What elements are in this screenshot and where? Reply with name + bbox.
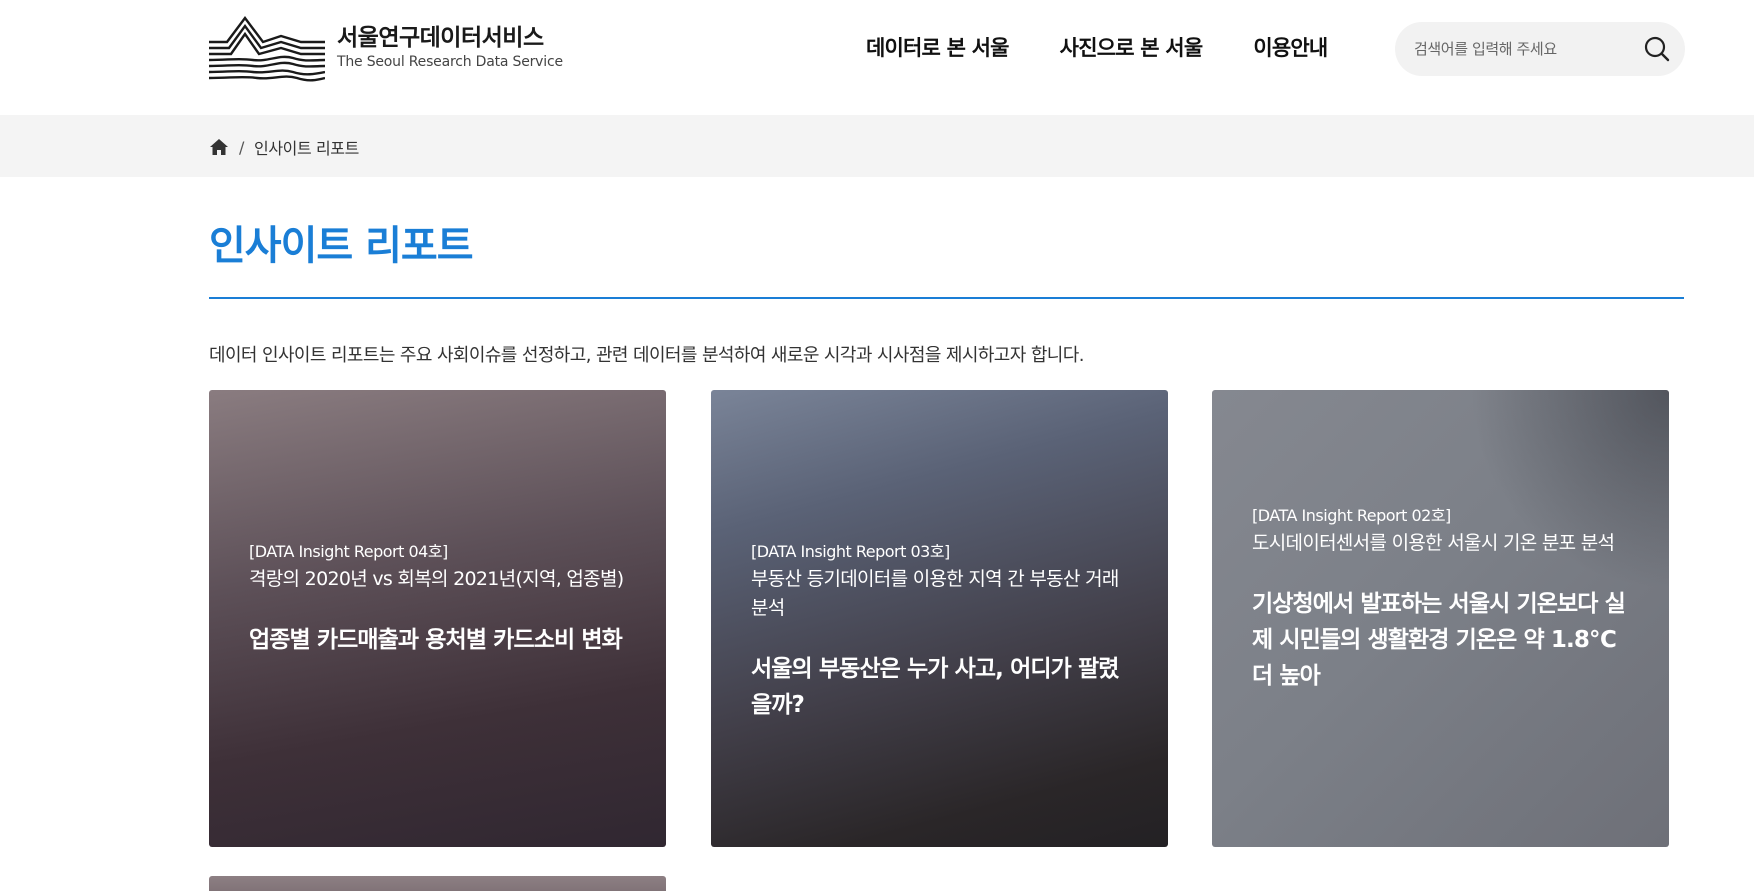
search-icon [1644, 36, 1670, 62]
report-card[interactable]: [DATA Insight Report 02호] 도시데이터센서를 이용한 서… [1212, 390, 1669, 847]
card-text: [DATA Insight Report 03호] 부동산 등기데이터를 이용한… [751, 539, 1134, 723]
page-title: 인사이트 리포트 [209, 223, 474, 269]
card-tag: [DATA Insight Report 02호] [1252, 506, 1451, 525]
report-card[interactable]: [DATA Insight Report 03호] 부동산 등기데이터를 이용한… [711, 390, 1168, 847]
card-headline: 업종별 카드매출과 용처별 카드소비 변화 [249, 627, 623, 653]
card-text: [DATA Insight Report 02호] 도시데이터센서를 이용한 서… [1252, 503, 1635, 694]
search-box [1395, 22, 1685, 76]
breadcrumb: / 인사이트 리포트 [209, 135, 359, 159]
nav-item-data-seoul[interactable]: 데이터로 본 서울 [866, 30, 1009, 66]
search-input[interactable] [1414, 22, 1634, 76]
logo-text: 서울연구데이터서비스 The Seoul Research Data Servi… [337, 23, 563, 71]
title-divider [209, 297, 1684, 299]
site-header: 서울연구데이터서비스 The Seoul Research Data Servi… [0, 0, 1754, 115]
brand-subtitle: The Seoul Research Data Service [337, 54, 563, 70]
card-description: 격랑의 2020년 vs 회복의 2021년(지역, 업종별) [249, 568, 624, 590]
breadcrumb-separator: / [239, 137, 244, 157]
logo-wave-icon [209, 16, 325, 82]
report-card-partial[interactable] [209, 876, 666, 891]
main-nav: 데이터로 본 서울 사진으로 본 서울 이용안내 [866, 30, 1328, 66]
page-intro: 데이터 인사이트 리포트는 주요 사회이슈를 선정하고, 관련 데이터를 분석하… [209, 345, 1084, 366]
nav-item-guide[interactable]: 이용안내 [1253, 30, 1328, 66]
breadcrumb-current[interactable]: 인사이트 리포트 [254, 135, 359, 159]
card-headline: 서울의 부동산은 누가 사고, 어디가 팔렸을까? [751, 656, 1119, 718]
card-description: 부동산 등기데이터를 이용한 지역 간 부동산 거래분석 [751, 568, 1119, 619]
home-icon[interactable] [209, 137, 229, 157]
site-logo[interactable]: 서울연구데이터서비스 The Seoul Research Data Servi… [209, 12, 563, 82]
search-button[interactable] [1643, 35, 1671, 63]
card-tag: [DATA Insight Report 03호] [751, 542, 950, 561]
report-card[interactable]: [DATA Insight Report 04호] 격랑의 2020년 vs 회… [209, 390, 666, 847]
card-tag: [DATA Insight Report 04호] [249, 542, 448, 561]
card-description: 도시데이터센서를 이용한 서울시 기온 분포 분석 [1252, 532, 1615, 554]
nav-item-photo-seoul[interactable]: 사진으로 본 서울 [1060, 30, 1203, 66]
card-text: [DATA Insight Report 04호] 격랑의 2020년 vs 회… [249, 539, 632, 658]
breadcrumb-bar: / 인사이트 리포트 [0, 115, 1754, 177]
brand-title: 서울연구데이터서비스 [337, 25, 544, 51]
card-headline: 기상청에서 발표하는 서울시 기온보다 실제 시민들의 생활환경 기온은 약 1… [1252, 591, 1626, 689]
